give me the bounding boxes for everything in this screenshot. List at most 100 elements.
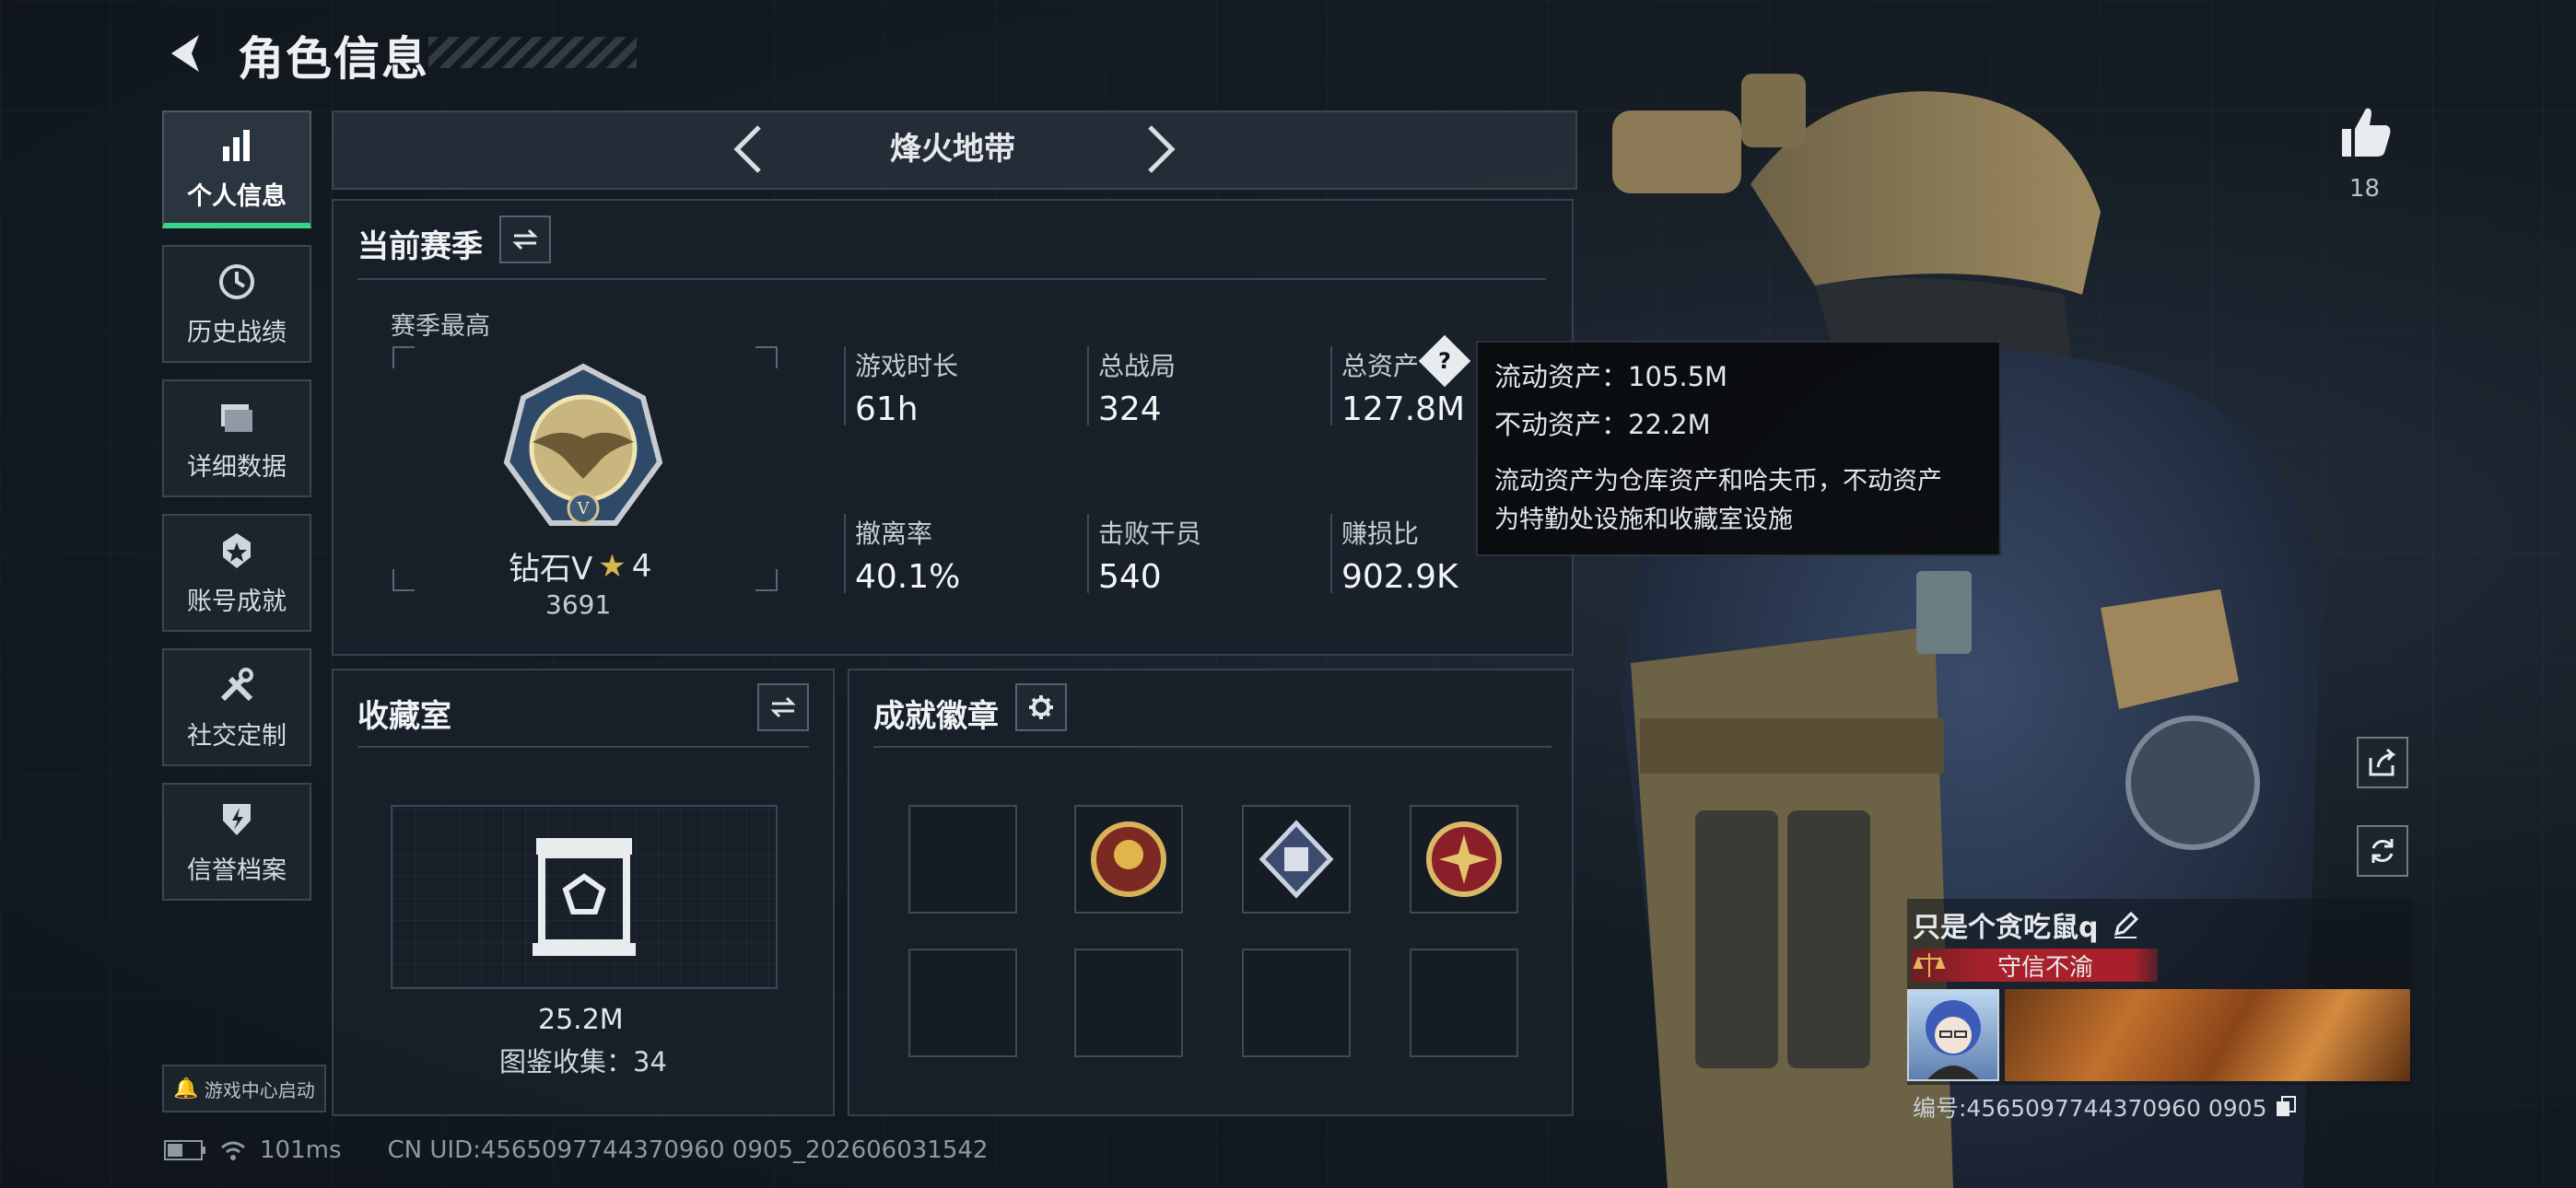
badge-icon [1259, 820, 1334, 899]
assets-tooltip: 流动资产：105.5M 不动资产：22.2M 流动资产为仓库资产和哈夫币，不动资… [1476, 341, 2001, 556]
stat-value-operators-defeated: 540 [1098, 558, 1162, 596]
stat-value-total-assets: 127.8M [1341, 390, 1466, 428]
badge-icon [1091, 821, 1166, 897]
sidebar-item-label: 账号成就 [187, 587, 287, 616]
collection-divider [357, 746, 809, 748]
gear-icon [1029, 695, 1053, 719]
frame-corner [392, 346, 415, 368]
wifi-icon [221, 1141, 245, 1160]
chevron-right-icon[interactable] [1139, 122, 1181, 177]
refresh-button[interactable] [2357, 825, 2408, 877]
sidebar-item-credit-record[interactable]: 信誉档案 [162, 783, 311, 901]
copy-icon[interactable] [2273, 1094, 2299, 1120]
badge-slot-empty[interactable] [908, 805, 1017, 914]
sidebar-item-history[interactable]: 历史战绩 [162, 245, 311, 363]
credit-icon [223, 803, 251, 835]
launch-label: 游戏中心启动 [204, 1078, 315, 1101]
stat-value-playtime: 61h [855, 390, 919, 428]
stat-separator [1330, 514, 1332, 593]
achievement-icon [223, 532, 251, 568]
badges-section-title: 成就徽章 [873, 698, 999, 735]
season-swap-button[interactable] [499, 215, 551, 263]
sidebar-item-label: 详细数据 [187, 452, 287, 482]
svg-text:V: V [577, 499, 591, 518]
title-tag: 守信不渝 [1911, 949, 2158, 982]
folder-icon [221, 403, 252, 432]
player-id-row: 编号:4565097744370960 0905 [1913, 1090, 2299, 1124]
status-bar: 101ms CN UID:4565097744370960 0905_20260… [164, 1136, 988, 1164]
badge-slot-empty[interactable] [1242, 949, 1351, 1057]
stat-label-extract-rate: 撤离率 [855, 518, 933, 549]
frame-corner [755, 569, 778, 591]
badges-divider [873, 746, 1551, 748]
likes-count: 18 [2349, 175, 2381, 203]
title-decoration-stripe [428, 37, 637, 68]
badge-slot-empty[interactable] [1410, 949, 1518, 1057]
uid-text: CN UID:4565097744370960 0905_20260603154… [387, 1136, 989, 1164]
tooltip-fixed-assets: 不动资产：22.2M [1494, 409, 1711, 440]
stat-separator [844, 346, 846, 425]
collection-section-title: 收藏室 [357, 698, 451, 735]
badges-settings-button[interactable] [1015, 683, 1067, 731]
badge-slot-empty[interactable] [1074, 949, 1183, 1057]
season-best-label: 赛季最高 [391, 312, 490, 341]
battery-icon [164, 1140, 205, 1160]
sidebar-item-label: 历史战绩 [187, 318, 287, 347]
diamond-rank-emblem-icon: V [503, 363, 663, 526]
sidebar-item-personal-info[interactable]: 个人信息 [162, 111, 311, 228]
collection-catalog: 图鉴收集：34 [499, 1046, 667, 1077]
mode-title: 烽火地带 [890, 131, 1015, 168]
stat-separator [1330, 346, 1332, 425]
frame-corner [755, 346, 778, 368]
stat-label-total-assets: 总资产 [1341, 351, 1420, 381]
refresh-icon [2371, 839, 2394, 863]
player-name: 只是个贪吃鼠q [1913, 912, 2099, 944]
stat-label-operators-defeated: 击败干员 [1098, 518, 1202, 549]
sidebar-item-achievements[interactable]: 账号成就 [162, 514, 311, 632]
tooltip-desc-line2: 为特勤处设施和收藏室设施 [1494, 506, 1793, 534]
badge-slot[interactable] [1242, 805, 1351, 914]
season-section-title: 当前赛季 [357, 228, 483, 265]
scales-icon [1913, 953, 1946, 977]
history-icon [219, 263, 254, 299]
thumbs-up-icon[interactable] [2336, 103, 2394, 160]
player-banner-autumn-leaves [2005, 989, 2410, 1081]
frame-corner [392, 569, 415, 591]
stat-value-total-matches: 324 [1098, 390, 1162, 428]
swap-arrows-icon [512, 228, 538, 250]
player-id: 编号:4565097744370960 0905 [1913, 1095, 2267, 1122]
rank-line: 钻石V ★ 4 [509, 543, 651, 588]
tools-icon [220, 667, 253, 701]
badge-slot[interactable] [1074, 805, 1183, 914]
player-name-row: 只是个贪吃鼠q [1913, 904, 2140, 945]
page-title: 角色信息 [238, 32, 429, 86]
game-center-launch-button[interactable]: 🔔 游戏中心启动 [162, 1065, 326, 1112]
sidebar-item-label: 社交定制 [187, 721, 287, 751]
rank-score: 3691 [545, 589, 612, 620]
edit-pencil-icon[interactable] [2111, 910, 2140, 939]
avatar-portrait [1926, 1000, 1981, 1079]
stat-separator [844, 514, 846, 593]
star-icon: ★ [598, 547, 626, 585]
tooltip-liquid-assets: 流动资产：105.5M [1494, 361, 1728, 392]
collection-swap-button[interactable] [757, 683, 809, 731]
title-tag-text: 守信不渝 [1997, 953, 2094, 982]
sidebar-item-social-custom[interactable]: 社交定制 [162, 648, 311, 766]
rank-name: 钻石V [509, 551, 593, 588]
stat-value-profit-ratio: 902.9K [1341, 558, 1458, 596]
sidebar-item-detailed-data[interactable]: 详细数据 [162, 379, 311, 497]
collection-value: 25.2M [538, 1004, 624, 1036]
tooltip-desc-line1: 流动资产为仓库资产和哈夫币，不动资产 [1494, 467, 1942, 495]
back-arrow-icon[interactable] [158, 26, 214, 81]
badge-icon [1426, 821, 1502, 897]
help-question-mark: ? [1438, 348, 1451, 374]
stat-separator [1087, 514, 1089, 593]
stat-separator [1087, 346, 1089, 425]
sidebar-item-label: 个人信息 [187, 181, 287, 211]
badge-slot[interactable] [1410, 805, 1518, 914]
bar-chart-icon [223, 129, 250, 161]
share-button[interactable] [2357, 737, 2408, 788]
rank-stars: 4 [631, 547, 652, 585]
player-avatar[interactable] [1907, 989, 1999, 1081]
badge-slot-empty[interactable] [908, 949, 1017, 1057]
